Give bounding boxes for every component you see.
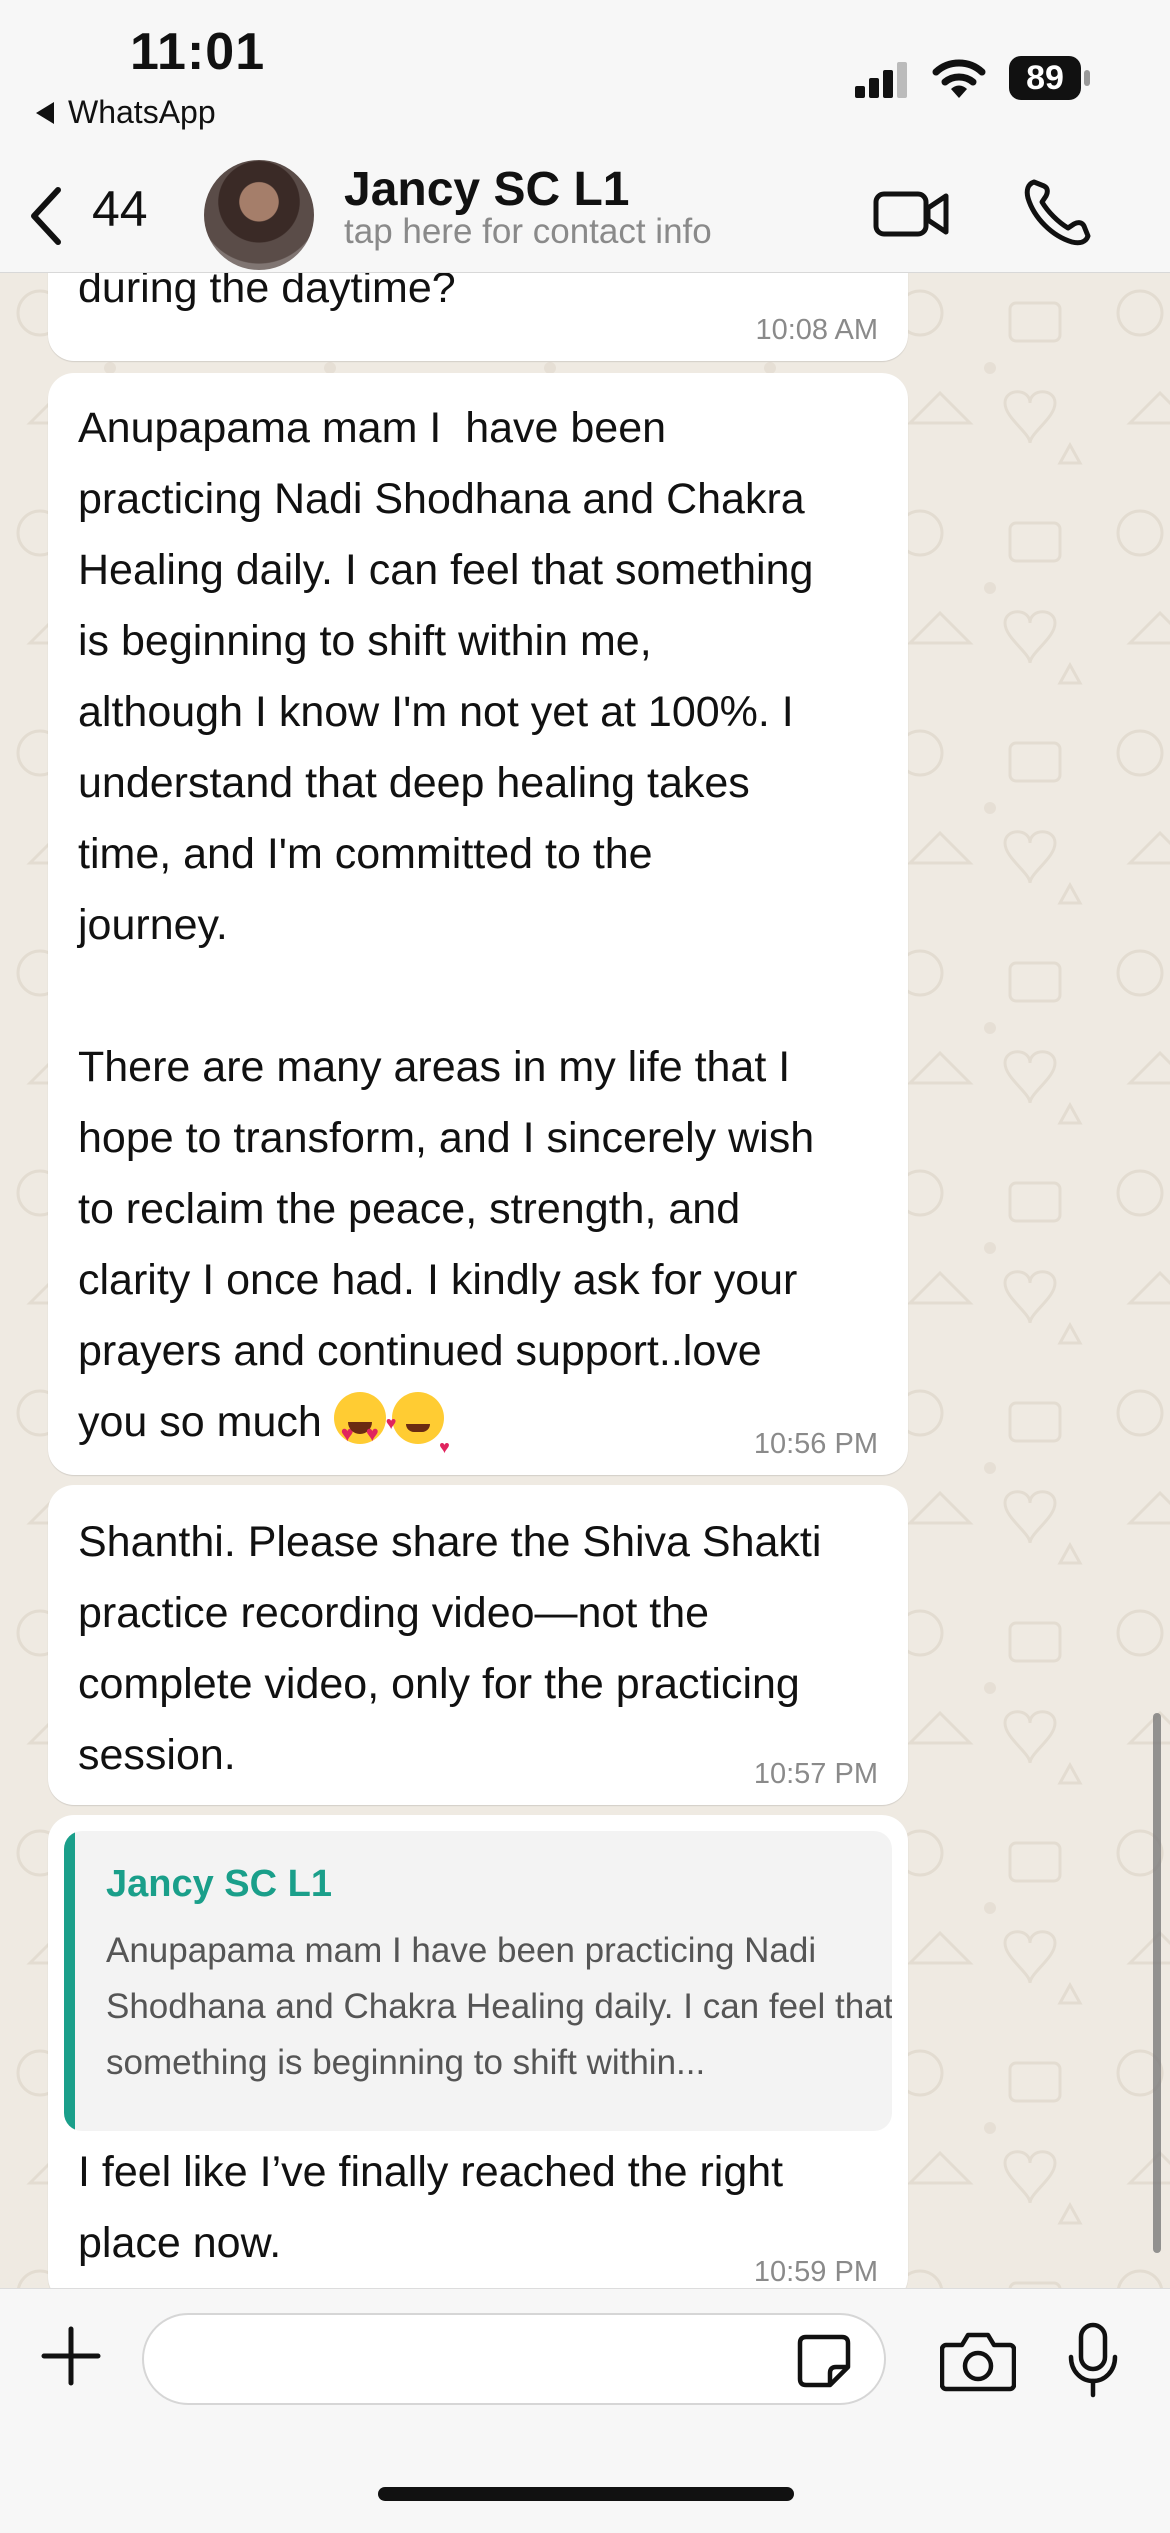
message-input[interactable] [142, 2313, 886, 2405]
contact-name[interactable]: Jancy SC L1 [344, 162, 629, 217]
chat-area[interactable]: during the daytime? 10:08 AM Anupapama m… [0, 273, 1170, 2288]
chevron-left-icon[interactable] [24, 180, 68, 252]
message-text: Shanthi. Please share the Shiva Shakti p… [78, 1518, 822, 1779]
camera-icon[interactable] [940, 2327, 1016, 2393]
avatar[interactable] [204, 160, 314, 270]
quote-accent-bar [64, 1831, 75, 2131]
phone-icon[interactable] [1018, 172, 1098, 252]
message-bubble[interactable]: during the daytime? 10:08 AM [48, 273, 908, 361]
unread-count[interactable]: 44 [92, 180, 148, 238]
message-bubble[interactable]: Anupapama mam I have been practicing Nad… [48, 373, 908, 1475]
quoted-author: Jancy SC L1 [106, 1863, 332, 1905]
quoted-text: Anupapama mam I have been practicing Nad… [106, 1931, 892, 2082]
message-time: 10:59 PM [753, 2256, 878, 2288]
message-input-bar [0, 2288, 1170, 2533]
video-camera-icon[interactable] [872, 174, 952, 254]
cellular-signal-icon [855, 62, 907, 98]
battery-indicator: 89 [1008, 54, 1092, 102]
sticker-icon[interactable] [796, 2333, 852, 2389]
back-to-app-link[interactable]: WhatsApp [36, 94, 216, 131]
reply-message-bubble[interactable]: Jancy SC L1 Anupapama mam I have been pr… [48, 1815, 908, 2288]
message-bubble[interactable]: Shanthi. Please share the Shiva Shakti p… [48, 1485, 908, 1805]
battery-level: 89 [1026, 59, 1064, 97]
chat-scrollbar[interactable] [1153, 1713, 1161, 2253]
smiling-heart-eyes-emoji [333, 1392, 386, 1469]
status-bar: 11:01 WhatsApp 89 [0, 0, 1170, 160]
back-triangle-icon [36, 101, 54, 124]
message-text: Anupapama mam I have been practicing Nad… [78, 393, 878, 1469]
wifi-icon [932, 59, 986, 98]
plus-icon[interactable] [38, 2323, 104, 2389]
chat-header: 44 Jancy SC L1 tap here for contact info [0, 160, 1170, 273]
microphone-icon[interactable] [1066, 2321, 1120, 2401]
back-app-label: WhatsApp [68, 94, 216, 130]
message-time: 10:08 AM [755, 314, 878, 346]
quoted-message[interactable]: Jancy SC L1 Anupapama mam I have been pr… [64, 1831, 892, 2131]
home-indicator[interactable] [378, 2487, 794, 2501]
status-time: 11:01 [130, 23, 266, 81]
contact-info-hint[interactable]: tap here for contact info [344, 212, 712, 252]
message-body: Anupapama mam I have been practicing Nad… [78, 404, 815, 1446]
smiling-face-with-hearts-emoji: ♥ ♥ [386, 1392, 450, 1457]
message-time: 10:56 PM [753, 1428, 878, 1460]
message-time: 10:57 PM [753, 1758, 878, 1790]
